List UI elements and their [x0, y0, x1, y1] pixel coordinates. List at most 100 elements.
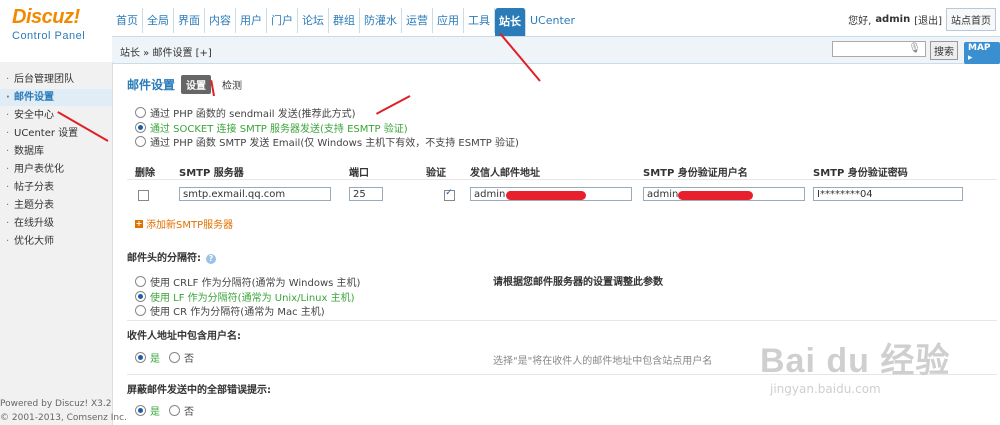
- col-header-username: SMTP 身份验证用户名: [643, 168, 748, 179]
- radio-crlf[interactable]: [135, 276, 146, 287]
- include-username-title: 收件人地址中包含用户名:: [127, 331, 241, 342]
- include-username-yes[interactable]: 是: [135, 350, 160, 365]
- separator-lf[interactable]: 使用 LF 作为分隔符(通常为 Unix/Linux 主机): [135, 289, 355, 304]
- smtp-server-input[interactable]: smtp.exmail.qq.com: [179, 187, 331, 201]
- radio-php-smtp[interactable]: [135, 136, 146, 147]
- nav-operations[interactable]: 运营: [402, 8, 433, 33]
- send-method-php-smtp-label: 通过 PHP 函数 SMTP 发送 Email(仅 Windows 主机下有效，…: [150, 138, 519, 149]
- nav-tools[interactable]: 工具: [464, 8, 495, 33]
- section-divider: [127, 320, 997, 321]
- mask-errors-no-label: 否: [184, 407, 194, 418]
- nav-users[interactable]: 用户: [236, 8, 267, 33]
- col-header-server: SMTP 服务器: [179, 168, 244, 179]
- separator-cr-label: 使用 CR 作为分隔符(通常为 Mac 主机): [150, 307, 325, 318]
- page-tabs: 邮件设置 设置 检测: [127, 75, 247, 94]
- radio-socket[interactable]: [135, 122, 146, 133]
- site-home-button[interactable]: 站点首页: [946, 8, 996, 31]
- send-method-socket[interactable]: 通过 SOCKET 连接 SMTP 服务器发送(支持 ESMTP 验证): [135, 120, 408, 135]
- radio-cr[interactable]: [135, 305, 146, 316]
- sidebar-item-security[interactable]: 安全中心: [0, 107, 112, 124]
- smtp-password-input[interactable]: I********04: [813, 187, 963, 201]
- mask-errors-title: 屏蔽邮件发送中的全部错误提示:: [127, 385, 271, 396]
- greeting-prefix: 您好,: [848, 16, 872, 27]
- radio-sendmail[interactable]: [135, 107, 146, 118]
- auth-checkbox[interactable]: [444, 188, 456, 201]
- col-header-port: 端口: [349, 168, 369, 179]
- radio-mask-no[interactable]: [169, 405, 180, 416]
- mask-errors-no[interactable]: 否: [169, 403, 194, 418]
- send-method-php-smtp[interactable]: 通过 PHP 函数 SMTP 发送 Email(仅 Windows 主机下有效，…: [135, 134, 519, 149]
- nav-apps[interactable]: 应用: [433, 8, 464, 33]
- logo-subtitle: Control Panel: [12, 30, 86, 42]
- include-username-no[interactable]: 否: [169, 350, 194, 365]
- include-username-no-label: 否: [184, 354, 194, 365]
- nav-global[interactable]: 全局: [143, 8, 174, 33]
- redaction-mark: [678, 191, 753, 200]
- radio-lf[interactable]: [135, 291, 146, 302]
- top-navigation: 首页 全局 界面 内容 用户 门户 论坛 群组 防灌水 运营 应用 工具 站长 …: [112, 8, 579, 36]
- col-header-delete: 删除: [135, 168, 155, 179]
- nav-group[interactable]: 群组: [329, 8, 360, 33]
- sidebar-item-thread-split[interactable]: 主题分表: [0, 197, 112, 214]
- powered-by: Powered by Discuz! X3.2: [0, 399, 112, 409]
- page-title: 邮件设置: [127, 78, 176, 92]
- separator-crlf[interactable]: 使用 CRLF 作为分隔符(通常为 Windows 主机): [135, 274, 360, 289]
- baidu-watermark: Bai du 经验: [760, 342, 951, 380]
- send-method-sendmail[interactable]: 通过 PHP 函数的 sendmail 发送(推荐此方式): [135, 105, 356, 120]
- user-area: 您好, admin [退出] 站点首页: [848, 8, 996, 31]
- delete-checkbox[interactable]: [138, 190, 149, 201]
- include-username-yes-label: 是: [150, 354, 160, 365]
- nav-home[interactable]: 首页: [112, 8, 143, 33]
- logout-link[interactable]: [退出]: [914, 12, 942, 27]
- baidu-watermark-url: jingyan.baidu.com: [770, 382, 881, 396]
- search-input[interactable]: 🎙: [832, 41, 926, 57]
- include-username-hint: 选择"是"将在收件人的邮件地址中包含站点用户名: [493, 356, 713, 367]
- tab-test[interactable]: 检测: [217, 75, 247, 94]
- nav-webmaster[interactable]: 站长: [495, 8, 526, 36]
- nav-forum[interactable]: 论坛: [298, 8, 329, 33]
- sidebar-item-user-table[interactable]: 用户表优化: [0, 161, 112, 178]
- nav-portal[interactable]: 门户: [267, 8, 298, 33]
- nav-ucenter[interactable]: UCenter: [526, 8, 579, 33]
- send-method-sendmail-label: 通过 PHP 函数的 sendmail 发送(推荐此方式): [150, 109, 356, 120]
- send-method-socket-label: 通过 SOCKET 连接 SMTP 服务器发送(支持 ESMTP 验证): [150, 124, 408, 135]
- microphone-icon[interactable]: 🎙: [908, 43, 921, 54]
- separator-lf-label: 使用 LF 作为分隔符(通常为 Unix/Linux 主机): [150, 293, 355, 304]
- radio-mask-yes[interactable]: [135, 405, 146, 416]
- separator-title-text: 邮件头的分隔符:: [127, 253, 201, 264]
- breadcrumb[interactable]: 站长 » 邮件设置 [+]: [120, 44, 212, 59]
- sidebar-item-mail-settings[interactable]: 邮件设置: [0, 89, 112, 106]
- copyright: © 2001-2013, Comsenz Inc.: [0, 413, 127, 423]
- radio-include-no[interactable]: [169, 352, 180, 363]
- sidebar-item-post-split[interactable]: 帖子分表: [0, 179, 112, 196]
- redaction-mark: [506, 191, 586, 200]
- port-input[interactable]: 25: [349, 187, 383, 201]
- mask-errors-yes-label: 是: [150, 407, 160, 418]
- sidebar: 后台管理团队 邮件设置 安全中心 UCenter 设置 数据库 用户表优化 帖子…: [0, 62, 127, 425]
- separator-title: 邮件头的分隔符:?: [127, 249, 216, 264]
- radio-include-yes[interactable]: [135, 352, 146, 363]
- search-button[interactable]: 搜索: [930, 41, 958, 60]
- sub-bar: 站长 » 邮件设置 [+] 🎙 搜索 MAP ▸: [112, 36, 1000, 64]
- separator-cr[interactable]: 使用 CR 作为分隔符(通常为 Mac 主机): [135, 303, 325, 318]
- col-header-password: SMTP 身份验证密码: [813, 168, 908, 179]
- map-button[interactable]: MAP ▸: [964, 42, 1000, 64]
- nav-content[interactable]: 内容: [205, 8, 236, 33]
- mask-errors-yes[interactable]: 是: [135, 403, 160, 418]
- header: Discuz! Control Panel 首页 全局 界面 内容 用户 门户 …: [0, 0, 1000, 64]
- tab-settings[interactable]: 设置: [181, 75, 212, 94]
- help-icon[interactable]: ?: [206, 254, 216, 264]
- map-label: MAP: [968, 43, 991, 53]
- col-header-auth: 验证: [426, 168, 446, 179]
- separator-crlf-label: 使用 CRLF 作为分隔符(通常为 Windows 主机): [150, 278, 361, 289]
- col-header-from: 发信人邮件地址: [470, 168, 540, 179]
- sidebar-item-database[interactable]: 数据库: [0, 143, 112, 160]
- sidebar-item-optimizer[interactable]: 优化大师: [0, 233, 112, 250]
- nav-interface[interactable]: 界面: [174, 8, 205, 33]
- user-name: admin: [875, 14, 911, 25]
- table-divider: [127, 179, 997, 180]
- sidebar-item-upgrade[interactable]: 在线升级: [0, 215, 112, 232]
- sidebar-item-admin-team[interactable]: 后台管理团队: [0, 71, 112, 88]
- add-smtp-server-link[interactable]: + 添加新SMTP服务器: [135, 216, 233, 231]
- nav-antispam[interactable]: 防灌水: [360, 8, 402, 33]
